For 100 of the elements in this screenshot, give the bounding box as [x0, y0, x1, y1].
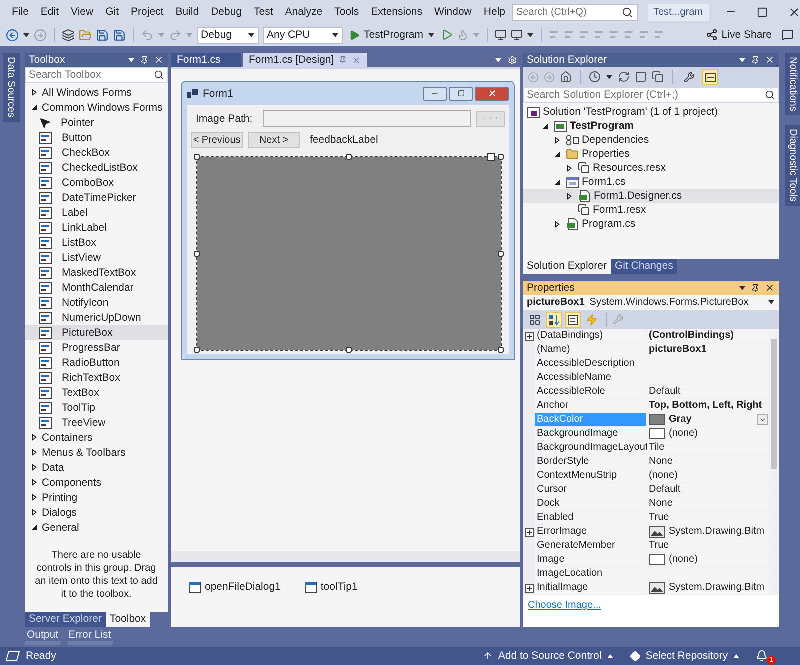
expand-arrow-icon[interactable]: [31, 494, 38, 501]
home-icon[interactable]: [560, 71, 572, 83]
close-button[interactable]: [475, 86, 509, 100]
form-button[interactable]: < Previous: [191, 132, 243, 148]
collapse-arrow-icon[interactable]: [31, 104, 38, 111]
property-name[interactable]: Dock: [535, 497, 647, 511]
toolbox-item[interactable]: PictureBox: [25, 325, 168, 340]
document-tab[interactable]: Form1.cs [Design]: [243, 53, 368, 67]
menu-item[interactable]: Test: [248, 6, 280, 18]
property-name[interactable]: BackgroundImage: [535, 427, 647, 441]
toolbox-item[interactable]: NotifyIcon: [25, 295, 168, 310]
properties-button[interactable]: [565, 312, 581, 328]
copy-icon[interactable]: [652, 71, 664, 83]
property-value[interactable]: Tile: [647, 441, 769, 455]
resize-handle[interactable]: [346, 347, 352, 353]
choose-image-link[interactable]: Choose Image...: [528, 600, 602, 611]
toolbox-item[interactable]: MaskedTextBox: [25, 265, 168, 280]
minimize-button[interactable]: [423, 86, 447, 100]
toolbox-item[interactable]: Label: [25, 205, 168, 220]
menu-item[interactable]: Extensions: [365, 6, 429, 18]
toolbox-item[interactable]: TextBox: [25, 385, 168, 400]
resize-handle[interactable]: [346, 154, 352, 160]
window-icon[interactable]: [510, 29, 523, 41]
menu-item[interactable]: Window: [428, 6, 478, 18]
expand-arrow-icon[interactable]: [31, 434, 38, 441]
panel-tab[interactable]: Server Explorer: [25, 612, 106, 627]
expand-arrow-icon[interactable]: [31, 89, 38, 96]
platform-dropdown[interactable]: Any CPU: [263, 26, 343, 44]
property-name[interactable]: InitialImage: [535, 581, 647, 595]
property-value[interactable]: None: [647, 497, 769, 511]
component-tray-item[interactable]: toolTip1: [304, 581, 358, 593]
tree-item[interactable]: Form1.resx: [523, 203, 779, 217]
property-name[interactable]: AccessibleName: [535, 371, 647, 385]
toolbox-item[interactable]: ListBox: [25, 235, 168, 250]
collapse-arrow-icon[interactable]: [542, 122, 548, 130]
expand-arrow-icon[interactable]: [566, 192, 572, 200]
component-tray-item[interactable]: openFileDialog1: [189, 581, 281, 593]
property-name[interactable]: ImageLocation: [535, 567, 647, 581]
panel-tab[interactable]: Solution Explorer: [523, 259, 611, 274]
toolbox-item[interactable]: ToolTip: [25, 400, 168, 415]
property-name[interactable]: BackgroundImageLayout: [535, 441, 647, 455]
menu-item[interactable]: Build: [170, 6, 206, 18]
expand-arrow-icon[interactable]: [554, 220, 560, 228]
tree-item[interactable]: Program.cs: [523, 217, 779, 231]
resize-handle[interactable]: [498, 154, 504, 160]
resize-handle[interactable]: [194, 347, 200, 353]
property-value[interactable]: True: [647, 539, 769, 553]
run-button[interactable]: TestProgram: [347, 29, 437, 41]
notifications-button[interactable]: [756, 650, 768, 662]
toolbox-item[interactable]: DateTimePicker: [25, 190, 168, 205]
search-field[interactable]: Search Toolbox: [25, 67, 168, 83]
search-field[interactable]: Search (Ctrl+Q): [512, 4, 638, 20]
property-name[interactable]: (DataBindings): [535, 329, 647, 343]
settings-icon[interactable]: [508, 56, 517, 64]
expand-arrow-icon[interactable]: [31, 449, 38, 456]
collapse-all-icon[interactable]: [635, 71, 647, 83]
panel-tab[interactable]: Toolbox: [106, 612, 150, 627]
property-value[interactable]: (none): [647, 469, 769, 483]
toolbox-group[interactable]: Printing: [25, 490, 168, 505]
toolbox-group[interactable]: Data: [25, 460, 168, 475]
property-name[interactable]: ErrorImage: [535, 525, 647, 539]
repository-button[interactable]: Select Repository: [630, 650, 740, 662]
live-share-button[interactable]: Live Share: [700, 29, 778, 41]
toolbox-item[interactable]: Pointer: [25, 115, 168, 130]
toolbox-item[interactable]: NumericUpDown: [25, 310, 168, 325]
refresh-icon[interactable]: [618, 71, 630, 83]
tree-item[interactable]: Solution 'TestProgram' (1 of 1 project): [523, 105, 779, 119]
toolbox-item[interactable]: RadioButton: [25, 355, 168, 370]
property-value[interactable]: (ControlBindings): [647, 329, 769, 343]
tree-item[interactable]: TestProgram: [523, 119, 779, 133]
save-icon[interactable]: [96, 28, 109, 42]
property-value[interactable]: True: [647, 511, 769, 525]
property-value[interactable]: None: [647, 455, 769, 469]
toolbox-item[interactable]: RichTextBox: [25, 370, 168, 385]
expand-icon[interactable]: [524, 528, 534, 536]
new-project-icon[interactable]: [62, 28, 75, 42]
toolbox-item[interactable]: ComboBox: [25, 175, 168, 190]
property-value[interactable]: Gray: [647, 413, 769, 427]
toolbox-group[interactable]: General: [25, 520, 168, 535]
play-icon[interactable]: [440, 29, 453, 41]
collapse-arrow-icon[interactable]: [554, 178, 560, 186]
property-name[interactable]: (Name): [535, 343, 647, 357]
expand-icon[interactable]: [524, 332, 534, 340]
side-tab[interactable]: Data Sources: [2, 53, 20, 122]
expand-arrow-icon[interactable]: [554, 136, 560, 144]
panel-tab[interactable]: Git Changes: [610, 259, 678, 274]
resize-handle[interactable]: [194, 250, 200, 256]
collapse-arrow-icon[interactable]: [31, 524, 38, 531]
horizontal-scrollbar[interactable]: [171, 551, 520, 562]
feedback-icon[interactable]: [782, 29, 794, 41]
toolbox-group[interactable]: Containers: [25, 430, 168, 445]
window-icon[interactable]: [494, 29, 507, 41]
pin-icon[interactable]: [751, 56, 760, 64]
alphabetical-button[interactable]: [546, 312, 562, 328]
preview-button[interactable]: [702, 69, 718, 85]
property-name[interactable]: BorderStyle: [535, 455, 647, 469]
toolbox-item[interactable]: TreeView: [25, 415, 168, 430]
save-all-icon[interactable]: [113, 28, 126, 42]
side-tab[interactable]: Diagnostic Tools: [784, 125, 800, 206]
scrollbar[interactable]: [769, 329, 779, 595]
